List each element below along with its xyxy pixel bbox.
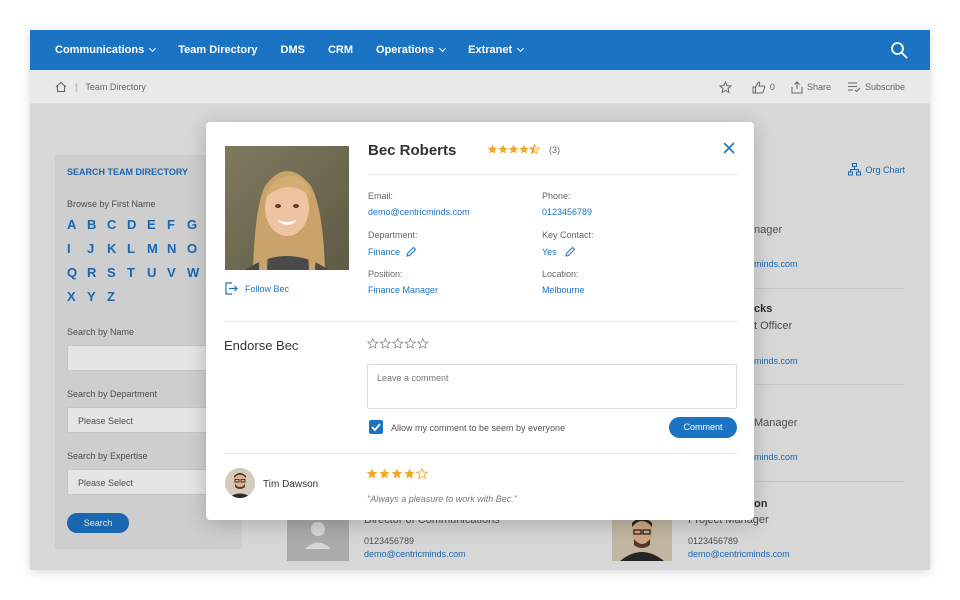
like-button[interactable]: 0 — [752, 80, 775, 94]
subscribe-button[interactable]: Subscribe — [847, 81, 905, 93]
nav-item-crm[interactable]: CRM — [328, 44, 353, 56]
breadcrumb-current[interactable]: Team Directory — [85, 82, 146, 92]
comment-button[interactable]: Comment — [669, 417, 737, 438]
review-stars-icon — [366, 468, 429, 480]
nav-item-extranet[interactable]: Extranet — [468, 44, 525, 56]
rating-count: (3) — [549, 144, 560, 155]
key-contact-text: Yes — [542, 246, 557, 257]
allow-comment-label: Allow my comment to be seem by everyone — [391, 423, 566, 433]
avatar — [225, 468, 255, 498]
position-value: Finance Manager — [368, 285, 439, 295]
pencil-icon[interactable] — [406, 246, 417, 257]
star-icon — [391, 468, 403, 479]
position-label: Position: — [368, 269, 403, 279]
follow-icon — [225, 282, 238, 295]
nav-label: Extranet — [468, 44, 513, 56]
phone-label: Phone: — [542, 191, 571, 201]
profile-photo — [225, 146, 349, 270]
follow-label: Follow Bec — [245, 283, 290, 294]
email-link[interactable]: demo@centricminds.com — [368, 207, 470, 217]
star-icon — [508, 144, 519, 154]
star-outline-icon — [718, 80, 732, 94]
nav-label: DMS — [280, 44, 305, 56]
star-icon — [379, 468, 390, 479]
review-text: "Always a pleasure to work with Bec." — [367, 494, 517, 504]
breadcrumb: | Team Directory 0 Share Subscribe — [30, 70, 930, 104]
location-value: Melbourne — [542, 285, 585, 295]
star-icon[interactable] — [379, 338, 392, 349]
comment-textarea[interactable]: Leave a comment — [367, 364, 737, 409]
nav-label: Operations — [376, 44, 435, 56]
star-icon[interactable] — [391, 338, 404, 349]
home-icon[interactable] — [55, 81, 67, 93]
breadcrumb-separator: | — [75, 81, 78, 92]
divider — [224, 453, 737, 454]
app-frame: Communications Team Directory DMS CRM Op… — [30, 30, 930, 570]
star-icon — [528, 144, 541, 155]
star-icon — [498, 144, 508, 154]
chevron-down-icon — [149, 44, 157, 53]
nav-item-communications[interactable]: Communications — [55, 44, 157, 56]
department-text: Finance — [368, 246, 401, 257]
thumbs-up-icon — [752, 80, 766, 93]
star-icon — [519, 144, 529, 154]
pencil-icon[interactable] — [565, 246, 576, 257]
star-icon[interactable] — [416, 338, 429, 349]
endorse-star-input[interactable] — [367, 338, 431, 350]
follow-button[interactable]: Follow Bec — [225, 282, 289, 295]
chevron-down-icon — [439, 44, 447, 53]
page-actions: 0 Share Subscribe — [703, 70, 905, 104]
email-label: Email: — [368, 191, 394, 201]
share-button[interactable]: Share — [791, 80, 831, 94]
person-photo — [225, 468, 255, 498]
star-icon — [366, 468, 378, 479]
subscribe-label: Subscribe — [864, 82, 905, 92]
profile-modal: Follow Bec Bec Roberts (3) Email: demo@c… — [206, 122, 754, 520]
star-icon[interactable] — [367, 338, 379, 349]
person-photo — [225, 146, 349, 270]
reviewer-name: Tim Dawson — [263, 479, 319, 490]
nav-label: Communications — [55, 44, 145, 56]
like-count: 0 — [769, 82, 775, 92]
profile-rating: (3) — [487, 144, 560, 155]
search-icon[interactable] — [890, 41, 908, 59]
divider — [224, 321, 737, 322]
nav-label: CRM — [327, 44, 354, 56]
divider — [368, 174, 737, 175]
favorite-button[interactable] — [718, 80, 736, 94]
star-icon — [487, 144, 498, 154]
chevron-down-icon — [517, 44, 525, 53]
close-icon[interactable] — [723, 142, 735, 154]
department-label: Department: — [368, 230, 418, 240]
profile-name: Bec Roberts — [368, 142, 457, 159]
phone-link[interactable]: 0123456789 — [542, 207, 592, 217]
rating-stars-icon — [487, 144, 541, 155]
star-icon — [415, 468, 429, 480]
subscribe-list-icon — [847, 82, 861, 93]
star-icon — [404, 468, 415, 479]
key-contact-value: Yes — [542, 246, 576, 257]
share-icon — [791, 80, 803, 93]
location-label: Location: — [542, 269, 579, 279]
endorse-title: Endorse Bec — [224, 338, 299, 353]
nav-label: Team Directory — [178, 44, 258, 56]
top-nav: Communications Team Directory DMS CRM Op… — [30, 30, 930, 70]
nav-item-operations[interactable]: Operations — [376, 44, 447, 56]
nav-item-dms[interactable]: DMS — [281, 44, 305, 56]
share-label: Share — [806, 82, 831, 92]
key-contact-label: Key Contact: — [542, 230, 594, 240]
nav-item-team-directory[interactable]: Team Directory — [178, 44, 257, 56]
department-value: Finance — [368, 246, 417, 257]
star-icon[interactable] — [404, 338, 417, 349]
checkmark-icon — [371, 423, 381, 432]
allow-comment-checkbox[interactable] — [369, 420, 383, 434]
